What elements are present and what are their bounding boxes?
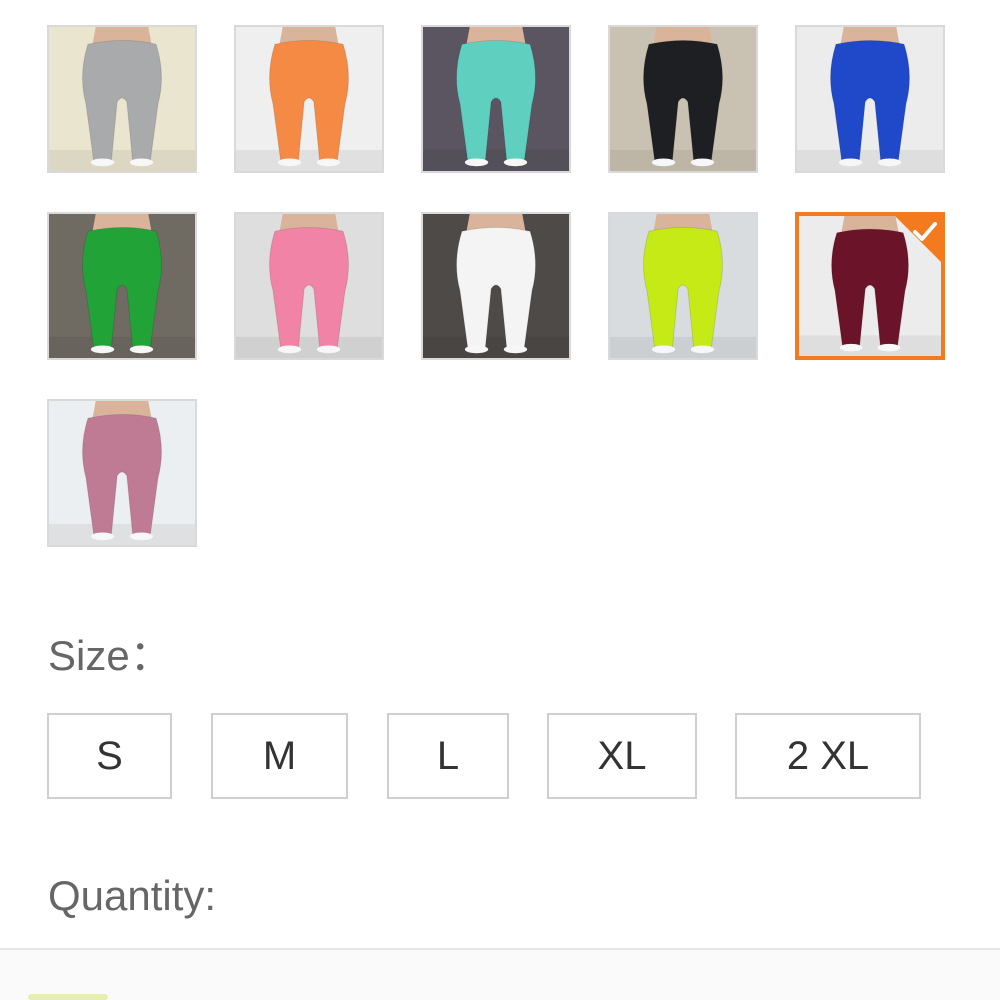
color-swatch-orange[interactable] bbox=[234, 25, 384, 173]
color-swatch-lime[interactable] bbox=[608, 212, 758, 360]
legging-thumbnail bbox=[797, 27, 943, 171]
color-swatch-blue[interactable] bbox=[795, 25, 945, 173]
legging-thumbnail bbox=[236, 27, 382, 171]
legging-thumbnail bbox=[423, 214, 569, 358]
quantity-label: Quantity: bbox=[48, 872, 217, 919]
bottom-action-bar bbox=[0, 950, 1000, 1000]
color-swatch-mauve[interactable] bbox=[47, 399, 197, 547]
color-swatch-black[interactable] bbox=[608, 25, 758, 173]
color-swatch-white[interactable] bbox=[421, 212, 571, 360]
legging-thumbnail bbox=[610, 214, 756, 358]
color-swatch-green[interactable] bbox=[47, 212, 197, 360]
size-option-m[interactable]: M bbox=[211, 713, 348, 799]
color-swatch-wine[interactable] bbox=[795, 212, 945, 360]
bottom-bar-highlight bbox=[28, 994, 108, 1000]
check-icon bbox=[895, 216, 941, 262]
color-swatch-grid bbox=[47, 25, 945, 547]
size-option-s[interactable]: S bbox=[47, 713, 172, 799]
legging-thumbnail bbox=[49, 214, 195, 358]
size-option-xl[interactable]: XL bbox=[547, 713, 697, 799]
size-option-l[interactable]: L bbox=[387, 713, 509, 799]
legging-thumbnail bbox=[610, 27, 756, 171]
size-label: Size： bbox=[48, 632, 172, 679]
legging-thumbnail bbox=[423, 27, 569, 171]
color-swatch-gray[interactable] bbox=[47, 25, 197, 173]
legging-thumbnail bbox=[49, 27, 195, 171]
legging-thumbnail bbox=[49, 401, 195, 545]
color-swatch-pink[interactable] bbox=[234, 212, 384, 360]
color-swatch-mint[interactable] bbox=[421, 25, 571, 173]
legging-thumbnail bbox=[236, 214, 382, 358]
size-options: S M L XL 2 XL bbox=[47, 713, 921, 799]
size-option-2xl[interactable]: 2 XL bbox=[735, 713, 921, 799]
